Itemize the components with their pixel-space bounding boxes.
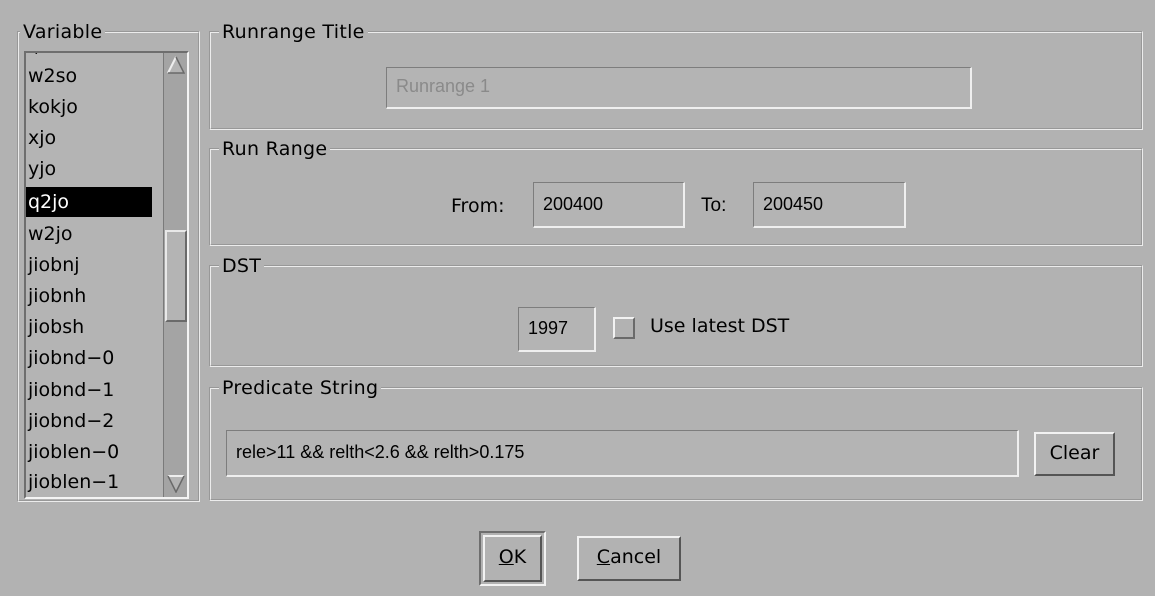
list-item[interactable]: jiobsh bbox=[26, 312, 152, 342]
list-item-label: jiobnd−0 bbox=[28, 347, 115, 369]
runrange-title-value: Runrange 1 bbox=[396, 76, 491, 96]
ok-button-default-ring: OK bbox=[479, 531, 546, 586]
list-item-label: jiobnd−2 bbox=[28, 410, 115, 432]
variable-panel-title: Variable bbox=[20, 20, 106, 44]
dst-year-value: 1997 bbox=[528, 318, 569, 338]
list-item[interactable]: w2so bbox=[26, 61, 152, 91]
list-item[interactable]: xjo bbox=[26, 123, 152, 153]
list-item-partial-top: , bbox=[26, 53, 152, 61]
use-latest-dst-checkbox[interactable] bbox=[613, 317, 635, 339]
list-item[interactable]: jiobnd−1 bbox=[26, 375, 152, 405]
list-item-label: jiobsh bbox=[28, 316, 85, 338]
scroll-up-arrow-icon[interactable] bbox=[167, 56, 185, 74]
list-item[interactable]: kokjo bbox=[26, 92, 152, 122]
list-item[interactable]: jiobnd−2 bbox=[26, 406, 152, 436]
scroll-down-arrow-icon[interactable] bbox=[167, 475, 185, 493]
variable-list-viewport: , w2so kokjo xjo yjo q2jo w2jo jiobnj ji… bbox=[26, 53, 157, 497]
list-item-label: jiobnj bbox=[28, 254, 80, 276]
from-label: From: bbox=[451, 195, 505, 217]
predicate-section: Predicate String rele>11 && relth<2.6 &&… bbox=[209, 376, 1143, 501]
list-item-label: yjo bbox=[28, 158, 57, 180]
runrange-title-field[interactable]: Runrange 1 bbox=[386, 67, 972, 109]
list-item-label: jioblen−1 bbox=[28, 471, 120, 493]
predicate-value: rele>11 && relth<2.6 && relth>0.175 bbox=[236, 442, 525, 462]
list-item-label: xjo bbox=[28, 127, 57, 149]
list-item[interactable]: jiobnj bbox=[26, 250, 152, 280]
dst-section: DST 1997 Use latest DST bbox=[209, 254, 1143, 367]
variable-panel: Variable , w2so kokjo xjo yjo q2jo w2jo … bbox=[17, 20, 200, 502]
list-item[interactable]: yjo bbox=[26, 154, 152, 184]
dst-legend: DST bbox=[219, 254, 265, 278]
run-range-section: Run Range From: 200400 To: 200450 bbox=[209, 137, 1143, 246]
cancel-button[interactable]: Cancel bbox=[577, 536, 681, 581]
list-item-label: w2so bbox=[28, 65, 78, 87]
runrange-title-section: Runrange Title Runrange 1 bbox=[209, 20, 1143, 130]
list-item[interactable]: jioblen−0 bbox=[26, 437, 152, 467]
predicate-field[interactable]: rele>11 && relth<2.6 && relth>0.175 bbox=[226, 430, 1019, 477]
cancel-mnemonic: C bbox=[596, 546, 611, 568]
ok-mnemonic: O bbox=[498, 546, 514, 568]
list-item-label: w2jo bbox=[28, 223, 73, 245]
list-item[interactable]: jiobnd−0 bbox=[26, 343, 152, 373]
dst-year-field[interactable]: 1997 bbox=[518, 307, 596, 352]
run-range-legend: Run Range bbox=[219, 137, 331, 161]
list-item-selected[interactable]: q2jo bbox=[26, 187, 152, 217]
variable-list-scrollbar[interactable] bbox=[163, 53, 187, 497]
list-item-label: kokjo bbox=[28, 96, 78, 118]
runrange-title-legend: Runrange Title bbox=[219, 20, 368, 44]
from-value: 200400 bbox=[543, 194, 604, 214]
list-item-label: jiobnd−1 bbox=[28, 379, 115, 401]
to-field[interactable]: 200450 bbox=[753, 182, 906, 228]
to-value: 200450 bbox=[763, 194, 824, 214]
list-item[interactable]: jiobnh bbox=[26, 281, 152, 311]
clear-button-label: Clear bbox=[1049, 442, 1100, 464]
list-item[interactable]: jioblen−1 bbox=[26, 467, 152, 497]
clear-button[interactable]: Clear bbox=[1034, 432, 1115, 476]
list-item-label: q2jo bbox=[28, 191, 70, 213]
list-item-label: jiobnh bbox=[28, 285, 87, 307]
from-field[interactable]: 200400 bbox=[533, 182, 685, 228]
scroll-thumb[interactable] bbox=[165, 230, 187, 322]
use-latest-dst-label[interactable]: Use latest DST bbox=[650, 314, 789, 338]
to-label: To: bbox=[701, 195, 727, 216]
list-item-label: jioblen−0 bbox=[28, 441, 120, 463]
ok-label-rest: K bbox=[513, 546, 527, 568]
variable-list[interactable]: , w2so kokjo xjo yjo q2jo w2jo jiobnj ji… bbox=[24, 51, 189, 499]
ok-button[interactable]: OK bbox=[483, 535, 542, 582]
predicate-legend: Predicate String bbox=[219, 376, 382, 400]
cancel-label-rest: ancel bbox=[610, 546, 662, 568]
list-item[interactable]: w2jo bbox=[26, 219, 152, 249]
